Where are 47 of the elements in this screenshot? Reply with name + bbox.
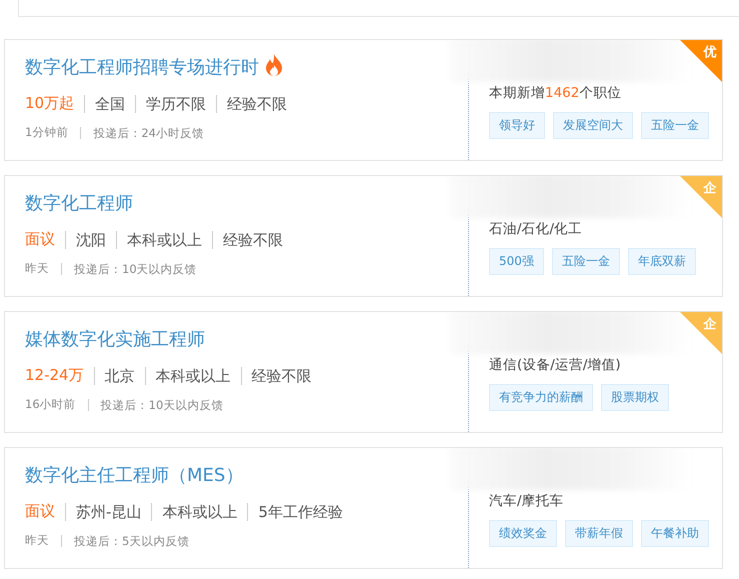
- corner-badge: 企: [680, 312, 722, 354]
- salary: 10万起: [25, 94, 76, 113]
- job-requirement: 北京: [94, 366, 145, 384]
- job-requirement: 经验不限: [212, 230, 293, 248]
- job-requirement: 全国: [84, 94, 136, 112]
- corner-badge: 企: [680, 176, 722, 218]
- benefit-tag: 有竞争力的薪酬: [489, 384, 593, 411]
- job-requirement: 经验不限: [216, 94, 298, 112]
- job-requirement: 本科或以上: [151, 502, 248, 520]
- salary: 面议: [25, 502, 56, 521]
- salary: 12-24万: [25, 366, 85, 385]
- benefit-tag: 午餐补助: [641, 520, 709, 547]
- corner-badge: 优: [680, 40, 722, 82]
- benefit-tag: 发展空间大: [553, 112, 633, 139]
- job-requirement: 学历不限: [135, 94, 216, 112]
- feedback-time: 投递后：5天以内反馈: [61, 534, 190, 546]
- posted-time: 昨天: [25, 533, 50, 548]
- benefit-tag: 股票期权: [601, 384, 669, 411]
- posted-time: 昨天: [25, 261, 50, 276]
- job-requirement: 苏州-昆山: [65, 502, 152, 520]
- benefit-tag: 500强: [489, 248, 544, 275]
- salary: 面议: [25, 230, 56, 249]
- company-info: 本期新增1462个职位: [489, 84, 622, 102]
- job-requirement: 5年工作经验: [247, 502, 353, 520]
- company-info: 汽车/摩托车: [489, 492, 565, 510]
- posted-time: 1分钟前: [25, 125, 70, 140]
- benefit-tag: 带薪年假: [565, 520, 633, 547]
- benefit-tag: 领导好: [489, 112, 545, 139]
- job-requirement: 经验不限: [240, 366, 322, 384]
- flame-icon: [263, 53, 285, 77]
- job-title[interactable]: 数字化工程师: [25, 191, 133, 215]
- feedback-time: 投递后：10天以内反馈: [61, 262, 197, 274]
- job-requirement: 沈阳: [65, 230, 116, 248]
- benefit-tag: 绩效奖金: [489, 520, 557, 547]
- benefit-tag: 五险一金: [641, 112, 709, 139]
- job-title[interactable]: 数字化工程师招聘专场进行时: [25, 55, 259, 79]
- feedback-time: 投递后：10天以内反馈: [88, 398, 224, 410]
- company-info: 通信(设备/运营/增值): [489, 356, 622, 374]
- job-title[interactable]: 媒体数字化实施工程师: [25, 327, 205, 351]
- benefit-tag: 五险一金: [552, 248, 620, 275]
- benefit-tag: 年底双薪: [628, 248, 696, 275]
- job-requirement: 本科或以上: [116, 230, 212, 248]
- company-info: 石油/石化/化工: [489, 220, 584, 238]
- posted-time: 16小时前: [25, 397, 77, 412]
- job-title[interactable]: 数字化主任工程师（MES）: [25, 463, 244, 487]
- job-requirement: 本科或以上: [144, 366, 241, 384]
- feedback-time: 投递后：24小时反馈: [80, 126, 204, 138]
